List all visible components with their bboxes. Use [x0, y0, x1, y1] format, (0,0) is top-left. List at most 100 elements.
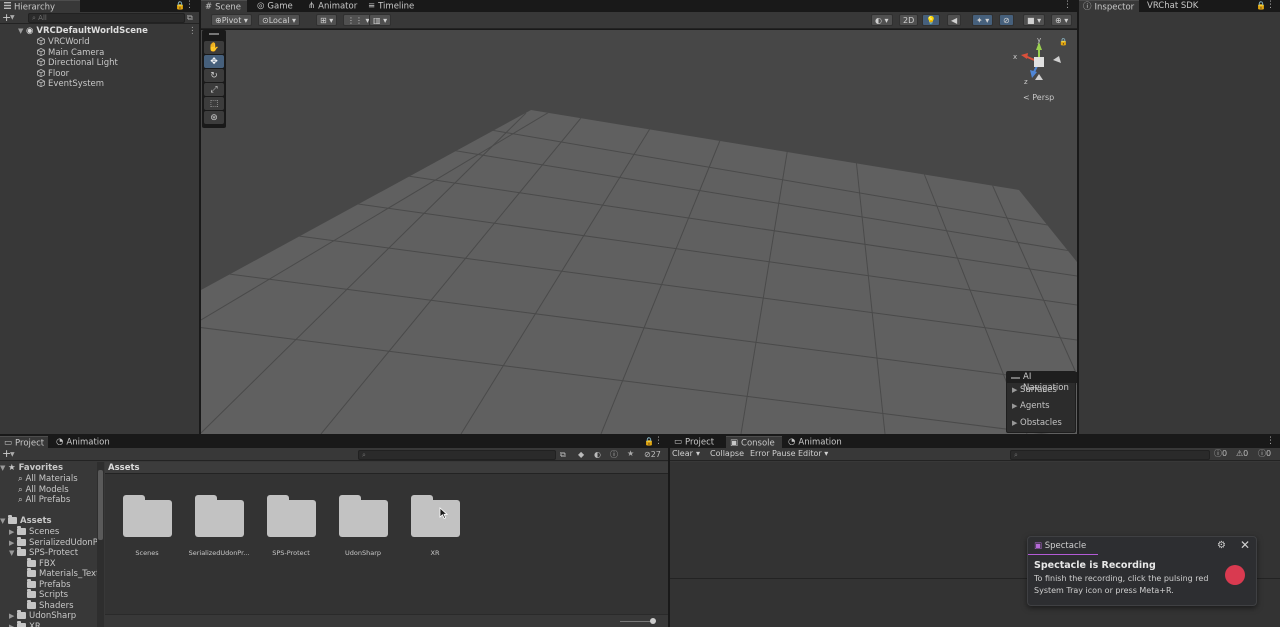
tree-folder-shaders[interactable]: Shaders — [27, 599, 74, 611]
scene-menu-icon[interactable]: ⋮ — [188, 26, 197, 36]
toggle-2d-button[interactable]: 2D — [899, 14, 919, 26]
tab-game[interactable]: ◎ Game — [253, 0, 299, 12]
tree-scrollbar-thumb[interactable] — [98, 470, 103, 540]
ai-nav-agents[interactable]: ▶ Agents — [1012, 401, 1050, 412]
ai-nav-surfaces[interactable]: ▶ Surfaces — [1012, 385, 1057, 396]
zoom-slider-thumb[interactable] — [650, 618, 656, 624]
filter-icon[interactable]: ⧉ — [187, 13, 193, 23]
audio-toggle[interactable]: ◀ — [947, 14, 962, 26]
shading-mode-dropdown[interactable]: ◐ ▾ — [871, 14, 893, 26]
expand-arrow-icon[interactable]: ▶ — [9, 527, 17, 537]
hierarchy-item-main-camera[interactable]: Main Camera — [37, 48, 104, 58]
render-mode-dropdown[interactable]: ▥ ▾ — [369, 14, 392, 26]
menu-dots-icon[interactable]: ⋮ — [185, 0, 194, 10]
recording-indicator-icon[interactable] — [1225, 565, 1245, 585]
overlay-drag-handle[interactable] — [1011, 377, 1020, 379]
error-count-toggle[interactable]: ⓘ0 — [1258, 449, 1271, 459]
rotate-tool-button[interactable]: ↻ — [204, 69, 224, 82]
create-chevron-icon[interactable]: ▼ — [10, 451, 15, 458]
tab-console[interactable]: ▣ Console — [726, 436, 782, 449]
favorite-all-materials[interactable]: ⌕ All Materials — [18, 474, 78, 484]
project-search-input[interactable]: ⌕ — [358, 450, 556, 460]
tab-vrchat-sdk[interactable]: VRChat SDK — [1143, 0, 1204, 12]
favorites-header[interactable]: ▼ ★ Favorites — [0, 463, 63, 473]
scene-menu-dots-icon[interactable]: ⋮ — [1063, 0, 1072, 10]
hidden-objects-toggle[interactable]: ⊘ — [999, 14, 1014, 26]
rect-tool-button[interactable]: ⬚ — [204, 97, 224, 110]
hierarchy-item-vrcworld[interactable]: VRCWorld — [37, 37, 90, 47]
clear-options-chevron[interactable]: ▾ — [696, 449, 700, 459]
expand-arrow-icon[interactable]: ▼ — [0, 516, 8, 526]
transform-tool-button[interactable]: ⊛ — [204, 111, 224, 124]
tab-project-2[interactable]: ▭ Project — [670, 436, 720, 448]
inspector-menu-dots-icon[interactable]: ⋮ — [1266, 0, 1275, 10]
expand-arrow-icon[interactable]: ▼ — [0, 463, 8, 473]
console-clear-button[interactable]: Clear — [672, 449, 693, 459]
favorite-all-models[interactable]: ⌕ All Models — [18, 485, 69, 495]
effects-dropdown[interactable]: ✦ ▾ — [972, 14, 994, 26]
breadcrumb-assets[interactable]: Assets — [108, 463, 140, 473]
expand-arrow-icon[interactable]: ▶ — [1012, 418, 1020, 429]
search-by-importlog-icon[interactable]: ◐ — [594, 450, 601, 459]
pivot-dropdown[interactable]: ⊕Pivot ▾ — [211, 14, 252, 26]
project-menu-dots-icon[interactable]: ⋮ — [654, 436, 663, 446]
lighting-toggle[interactable]: 💡 — [922, 14, 940, 26]
tree-folder-materials[interactable]: Materials_Textu — [27, 568, 104, 579]
inspector-lock-icon[interactable]: 🔒 — [1256, 1, 1266, 10]
hierarchy-item-floor[interactable]: Floor — [37, 69, 69, 79]
tree-folder-fbx[interactable]: FBX — [27, 557, 56, 569]
lock-icon[interactable]: 🔒 — [175, 1, 185, 10]
local-dropdown[interactable]: ⊙Local ▾ — [258, 14, 300, 26]
search-by-label-icon[interactable]: ◆ — [578, 450, 584, 459]
expand-arrow-icon[interactable]: ▶ — [1012, 401, 1020, 412]
grid-snap-dropdown[interactable]: ⊞ ▾ — [316, 14, 338, 26]
tree-folder-xr[interactable]: ▶ XR — [9, 620, 41, 627]
warning-count-toggle[interactable]: ⚠0 — [1236, 449, 1248, 459]
console-collapse-button[interactable]: Collapse — [710, 449, 744, 459]
expand-arrow-icon[interactable]: ▶ — [9, 622, 17, 627]
folder-udonsharp[interactable] — [339, 495, 388, 537]
expand-arrow-icon[interactable]: ▶ — [9, 538, 17, 548]
folder-serializedudon[interactable] — [195, 495, 244, 537]
hand-tool-button[interactable]: ✋ — [204, 41, 224, 54]
info-toggle-icon[interactable]: ⓘ — [610, 449, 618, 460]
favorite-star-icon[interactable]: ★ — [627, 449, 634, 458]
scene-viewport[interactable]: ✋ ✥ ↻ ⤢ ⬚ ⊛ y x z 🔒 < Persp AI Navigatio… — [201, 30, 1077, 434]
scale-tool-button[interactable]: ⤢ — [204, 83, 224, 96]
hierarchy-search-input[interactable]: ⌕ All — [28, 13, 185, 23]
console-error-pause-button[interactable]: Error Pause — [750, 449, 796, 459]
hierarchy-item-directional-light[interactable]: Directional Light — [37, 58, 118, 68]
notification-settings-icon[interactable]: ⚙ — [1217, 540, 1226, 551]
persp-label[interactable]: < Persp — [1023, 93, 1054, 102]
log-count-toggle[interactable]: ⓘ0 — [1214, 449, 1227, 459]
tree-folder-prefabs[interactable]: Prefabs — [27, 578, 71, 590]
hierarchy-item-eventsystem[interactable]: EventSystem — [37, 79, 104, 89]
ai-navigation-header[interactable]: AI Navigation — [1007, 372, 1077, 393]
console-menu-dots-icon[interactable]: ⋮ — [1266, 436, 1275, 446]
camera-dropdown[interactable]: ■ ▾ — [1023, 14, 1046, 26]
tree-folder-udonsharp[interactable]: ▶ UdonSharp — [9, 610, 76, 621]
hidden-packages-toggle[interactable]: ⊘27 — [644, 450, 661, 459]
assets-root[interactable]: ▼ Assets — [0, 515, 52, 526]
drag-handle[interactable] — [209, 33, 219, 35]
folder-xr[interactable] — [411, 495, 460, 537]
console-search-input[interactable]: ⌕ — [1010, 450, 1210, 460]
folder-scenes[interactable] — [123, 495, 172, 537]
tree-scrollbar[interactable] — [97, 462, 104, 627]
tab-animator[interactable]: ⋔ Animator — [304, 0, 363, 12]
ai-nav-obstacles[interactable]: ▶ Obstacles — [1012, 418, 1062, 429]
spectacle-notification[interactable]: ▣ Spectacle ⚙ ✕ Spectacle is Recording T… — [1027, 536, 1257, 606]
chevron-down-icon[interactable]: ▼ — [10, 14, 15, 21]
tab-inspector[interactable]: ⓘ Inspector — [1079, 0, 1139, 13]
project-lock-icon[interactable]: 🔒 — [644, 437, 654, 446]
tab-animation-2[interactable]: ◔ Animation — [784, 436, 848, 448]
scene-root[interactable]: ▼ ◉ VRCDefaultWorldScene — [18, 26, 148, 36]
gizmo-lock-icon[interactable]: 🔒 — [1059, 38, 1068, 46]
expand-arrow-icon[interactable]: ▶ — [1012, 385, 1020, 396]
tree-folder-sps-protect[interactable]: ▼ SPS-Protect — [9, 547, 78, 558]
notification-close-icon[interactable]: ✕ — [1240, 538, 1250, 552]
gizmos-dropdown[interactable]: ⊕ ▾ — [1051, 14, 1073, 26]
search-by-type-icon[interactable]: ⧉ — [560, 450, 566, 460]
folder-sps-protect[interactable] — [267, 495, 316, 537]
expand-arrow-icon[interactable]: ▶ — [9, 611, 17, 621]
